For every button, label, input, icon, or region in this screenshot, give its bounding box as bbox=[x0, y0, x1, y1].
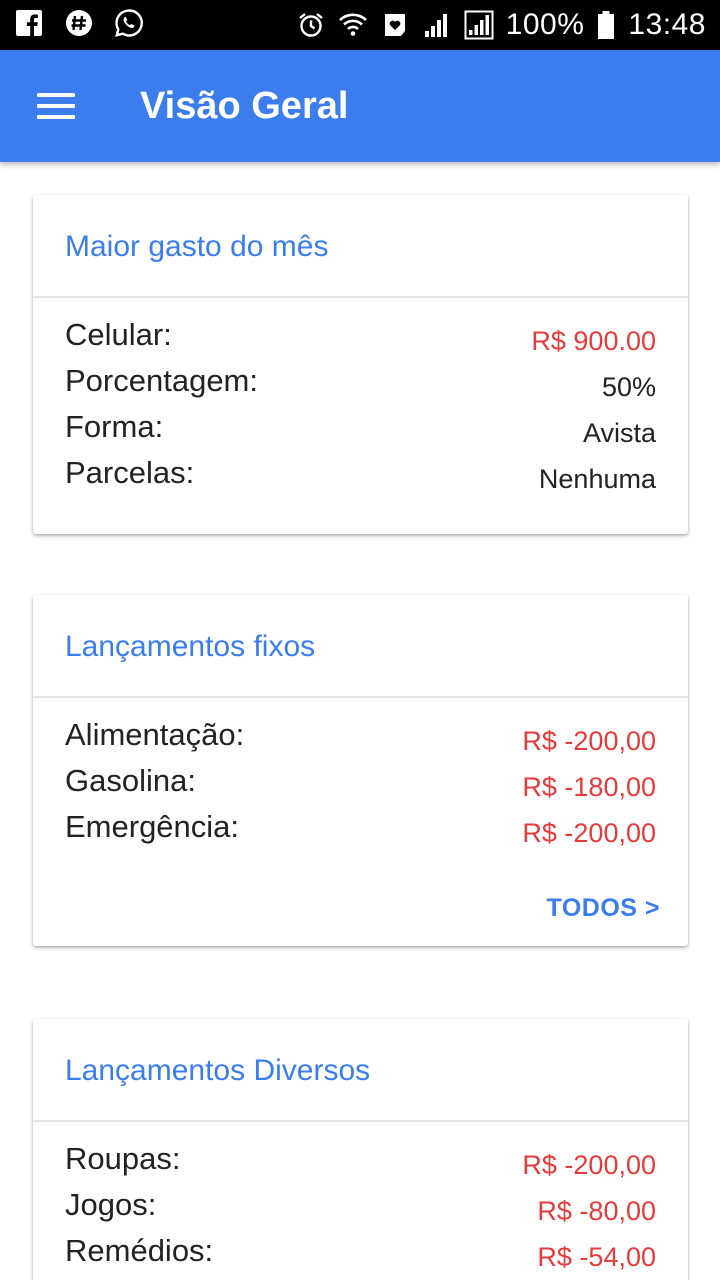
list-item: Celular: R$ 900.00 bbox=[65, 318, 656, 364]
notification-icons bbox=[14, 8, 144, 38]
card-footer: TODOS > bbox=[33, 856, 688, 946]
list-item: Emergência: R$ -200,00 bbox=[65, 810, 656, 856]
clock: 13:48 bbox=[628, 8, 706, 41]
card-body: Roupas: R$ -200,00 Jogos: R$ -80,00 Remé… bbox=[33, 1122, 688, 1280]
list-item: Gasolina: R$ -180,00 bbox=[65, 764, 656, 810]
card-body: Alimentação: R$ -200,00 Gasolina: R$ -18… bbox=[33, 698, 688, 856]
row-label: Gasolina: bbox=[65, 763, 196, 798]
signal-r-icon bbox=[464, 10, 494, 40]
row-label: Remédios: bbox=[65, 1233, 214, 1268]
list-item: Porcentagem: 50% bbox=[65, 364, 656, 410]
row-value: R$ -200,00 bbox=[522, 1150, 656, 1180]
row-value: R$ -80,00 bbox=[537, 1196, 656, 1226]
list-item: Parcelas: Nenhuma bbox=[65, 456, 656, 502]
list-item: Forma: Avista bbox=[65, 410, 656, 456]
row-value: R$ -54,00 bbox=[537, 1242, 656, 1272]
list-item: Remédios: R$ -54,00 bbox=[65, 1234, 656, 1280]
overview-content[interactable]: Maior gasto do mês Celular: R$ 900.00 Po… bbox=[0, 162, 720, 1280]
system-indicators: 100% 13:48 bbox=[296, 0, 706, 50]
row-value: Nenhuma bbox=[538, 464, 656, 494]
list-item: Jogos: R$ -80,00 bbox=[65, 1188, 656, 1234]
list-item: Alimentação: R$ -200,00 bbox=[65, 718, 656, 764]
page-title: Visão Geral bbox=[140, 85, 349, 127]
status-bar: 100% 13:48 bbox=[0, 0, 720, 50]
whatsapp-icon bbox=[114, 8, 144, 38]
heart-notification-icon bbox=[380, 10, 410, 40]
card-misc-entries: Lançamentos Diversos Roupas: R$ -200,00 … bbox=[33, 1019, 688, 1280]
card-header: Lançamentos fixos bbox=[33, 595, 688, 698]
row-label: Parcelas: bbox=[65, 455, 195, 490]
row-value: R$ -180,00 bbox=[522, 772, 656, 802]
card-header: Maior gasto do mês bbox=[33, 195, 688, 298]
row-label: Emergência: bbox=[65, 809, 240, 844]
signal-icon bbox=[422, 10, 452, 40]
facebook-icon bbox=[14, 8, 44, 38]
row-value: 50% bbox=[601, 372, 656, 402]
list-item: Roupas: R$ -200,00 bbox=[65, 1142, 656, 1188]
row-label: Jogos: bbox=[65, 1187, 157, 1222]
hashtag-app-icon bbox=[64, 8, 94, 38]
row-label: Alimentação: bbox=[65, 717, 245, 752]
alarm-icon bbox=[296, 10, 326, 40]
row-value: R$ 900.00 bbox=[531, 326, 656, 356]
hamburger-menu-icon[interactable] bbox=[22, 78, 90, 134]
card-title: Lançamentos fixos bbox=[65, 630, 316, 663]
card-title: Maior gasto do mês bbox=[65, 230, 329, 263]
card-title: Lançamentos Diversos bbox=[65, 1054, 371, 1087]
row-label: Celular: bbox=[65, 317, 172, 352]
wifi-icon bbox=[338, 10, 368, 40]
card-fixed-entries: Lançamentos fixos Alimentação: R$ -200,0… bbox=[33, 595, 688, 946]
row-label: Forma: bbox=[65, 409, 164, 444]
row-value: R$ -200,00 bbox=[522, 818, 656, 848]
battery-percentage: 100% bbox=[505, 8, 585, 41]
see-all-link[interactable]: TODOS > bbox=[547, 894, 661, 923]
card-body: Celular: R$ 900.00 Porcentagem: 50% Form… bbox=[33, 298, 688, 534]
app-bar: Visão Geral bbox=[0, 50, 720, 162]
row-value: R$ -200,00 bbox=[522, 726, 656, 756]
row-label: Porcentagem: bbox=[65, 363, 258, 398]
battery-icon bbox=[596, 10, 616, 40]
row-value: Avista bbox=[582, 418, 656, 448]
card-biggest-expense: Maior gasto do mês Celular: R$ 900.00 Po… bbox=[33, 195, 688, 534]
row-label: Roupas: bbox=[65, 1141, 181, 1176]
card-header: Lançamentos Diversos bbox=[33, 1019, 688, 1122]
